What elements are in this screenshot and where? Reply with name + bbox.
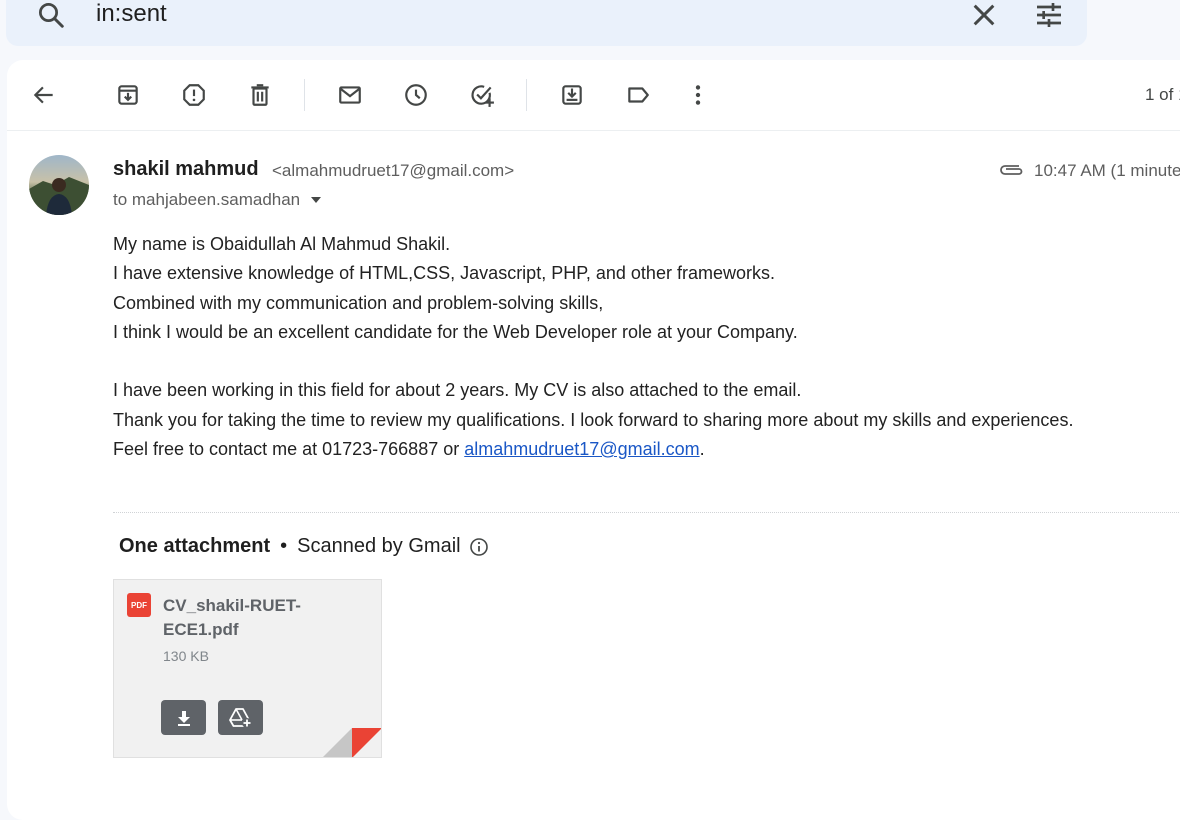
body-line: Feel free to contact me at 01723-766887 … [113, 435, 1073, 464]
save-to-drive-button[interactable] [218, 700, 263, 735]
message-body: My name is Obaidullah Al Mahmud Shakil. … [113, 230, 1073, 464]
attachments-divider [113, 512, 1180, 513]
recipient-label: to mahjabeen.samadhan [113, 190, 301, 209]
message-panel: 1 of 1 shakil mahmud <almahmudruet17@gma… [7, 60, 1180, 820]
move-to-button[interactable] [553, 76, 591, 114]
download-icon [177, 710, 190, 726]
back-button[interactable] [25, 76, 63, 114]
archive-icon [118, 85, 138, 105]
snooze-button[interactable] [397, 76, 435, 114]
search-bar[interactable]: in:sent [6, 0, 1087, 46]
pdf-icon: PDF [127, 593, 151, 617]
more-button[interactable] [679, 76, 717, 114]
attachment-file-size: 130 KB [163, 648, 209, 664]
sender-name[interactable]: shakil mahmud [113, 158, 259, 181]
sender-email[interactable]: <almahmudruet17@gmail.com> [272, 161, 514, 181]
toolbar-divider [304, 79, 305, 111]
snooze-icon [405, 84, 427, 106]
recipient-row[interactable]: to mahjabeen.samadhan [113, 190, 322, 210]
attachment-file-name: CV_shakil-RUET-ECE1.pdf [163, 596, 301, 639]
avatar-photo [29, 177, 89, 215]
message-toolbar: 1 of 1 [7, 60, 1180, 131]
mark-unread-button[interactable] [331, 76, 369, 114]
more-icon [695, 85, 701, 105]
attachment-card[interactable]: PDF CV_shakil-RUET-ECE1.pdf 130 KB [113, 579, 382, 758]
search-input[interactable]: in:sent [96, 0, 167, 28]
body-line: Thank you for taking the time to review … [113, 409, 1074, 430]
search-options-icon[interactable] [1032, 0, 1066, 31]
label-button[interactable] [619, 76, 657, 114]
attachments-header: One attachment • Scanned by Gmail [119, 535, 489, 558]
page-fold-corner [323, 728, 381, 757]
move-to-icon [562, 85, 582, 105]
contact-text: Feel free to contact me at 01723-766887 … [113, 439, 465, 460]
label-icon [628, 87, 649, 103]
body-line: My name is Obaidullah Al Mahmud Shakil. [113, 234, 451, 254]
download-button[interactable] [161, 700, 206, 735]
separator-dot: • [280, 535, 288, 557]
email-link[interactable]: almahmudruet17@gmail.com [464, 439, 699, 459]
attachments-title: One attachment [119, 535, 271, 557]
report-spam-icon [183, 84, 205, 106]
avatar[interactable] [29, 155, 89, 215]
mark-unread-icon [339, 86, 361, 104]
toolbar-divider [526, 79, 527, 111]
search-icon[interactable] [36, 0, 66, 30]
info-icon[interactable] [469, 537, 489, 557]
message-timestamp: 10:47 AM (1 minute ago) [1034, 161, 1180, 180]
scanned-label: Scanned by Gmail [297, 535, 461, 557]
delete-icon [251, 84, 269, 106]
add-task-icon [471, 85, 494, 107]
body-line: Combined with my communication and probl… [113, 292, 604, 313]
pagination-label: 1 of 1 [1145, 85, 1180, 104]
body-line: I have extensive knowledge of HTML,CSS, … [113, 263, 775, 284]
contact-suffix: . [699, 439, 705, 460]
report-spam-button[interactable] [175, 76, 213, 114]
chevron-down-icon[interactable] [310, 194, 322, 206]
body-line: I have been working in this field for ab… [113, 380, 802, 401]
archive-button[interactable] [109, 76, 147, 114]
back-arrow-icon [33, 86, 53, 104]
body-line: I think I would be an excellent candidat… [113, 321, 798, 342]
close-icon[interactable] [968, 0, 1000, 31]
add-task-button[interactable] [463, 76, 501, 114]
attachment-clip-icon [1000, 165, 1023, 175]
add-to-drive-icon [228, 707, 252, 728]
delete-button[interactable] [241, 76, 279, 114]
